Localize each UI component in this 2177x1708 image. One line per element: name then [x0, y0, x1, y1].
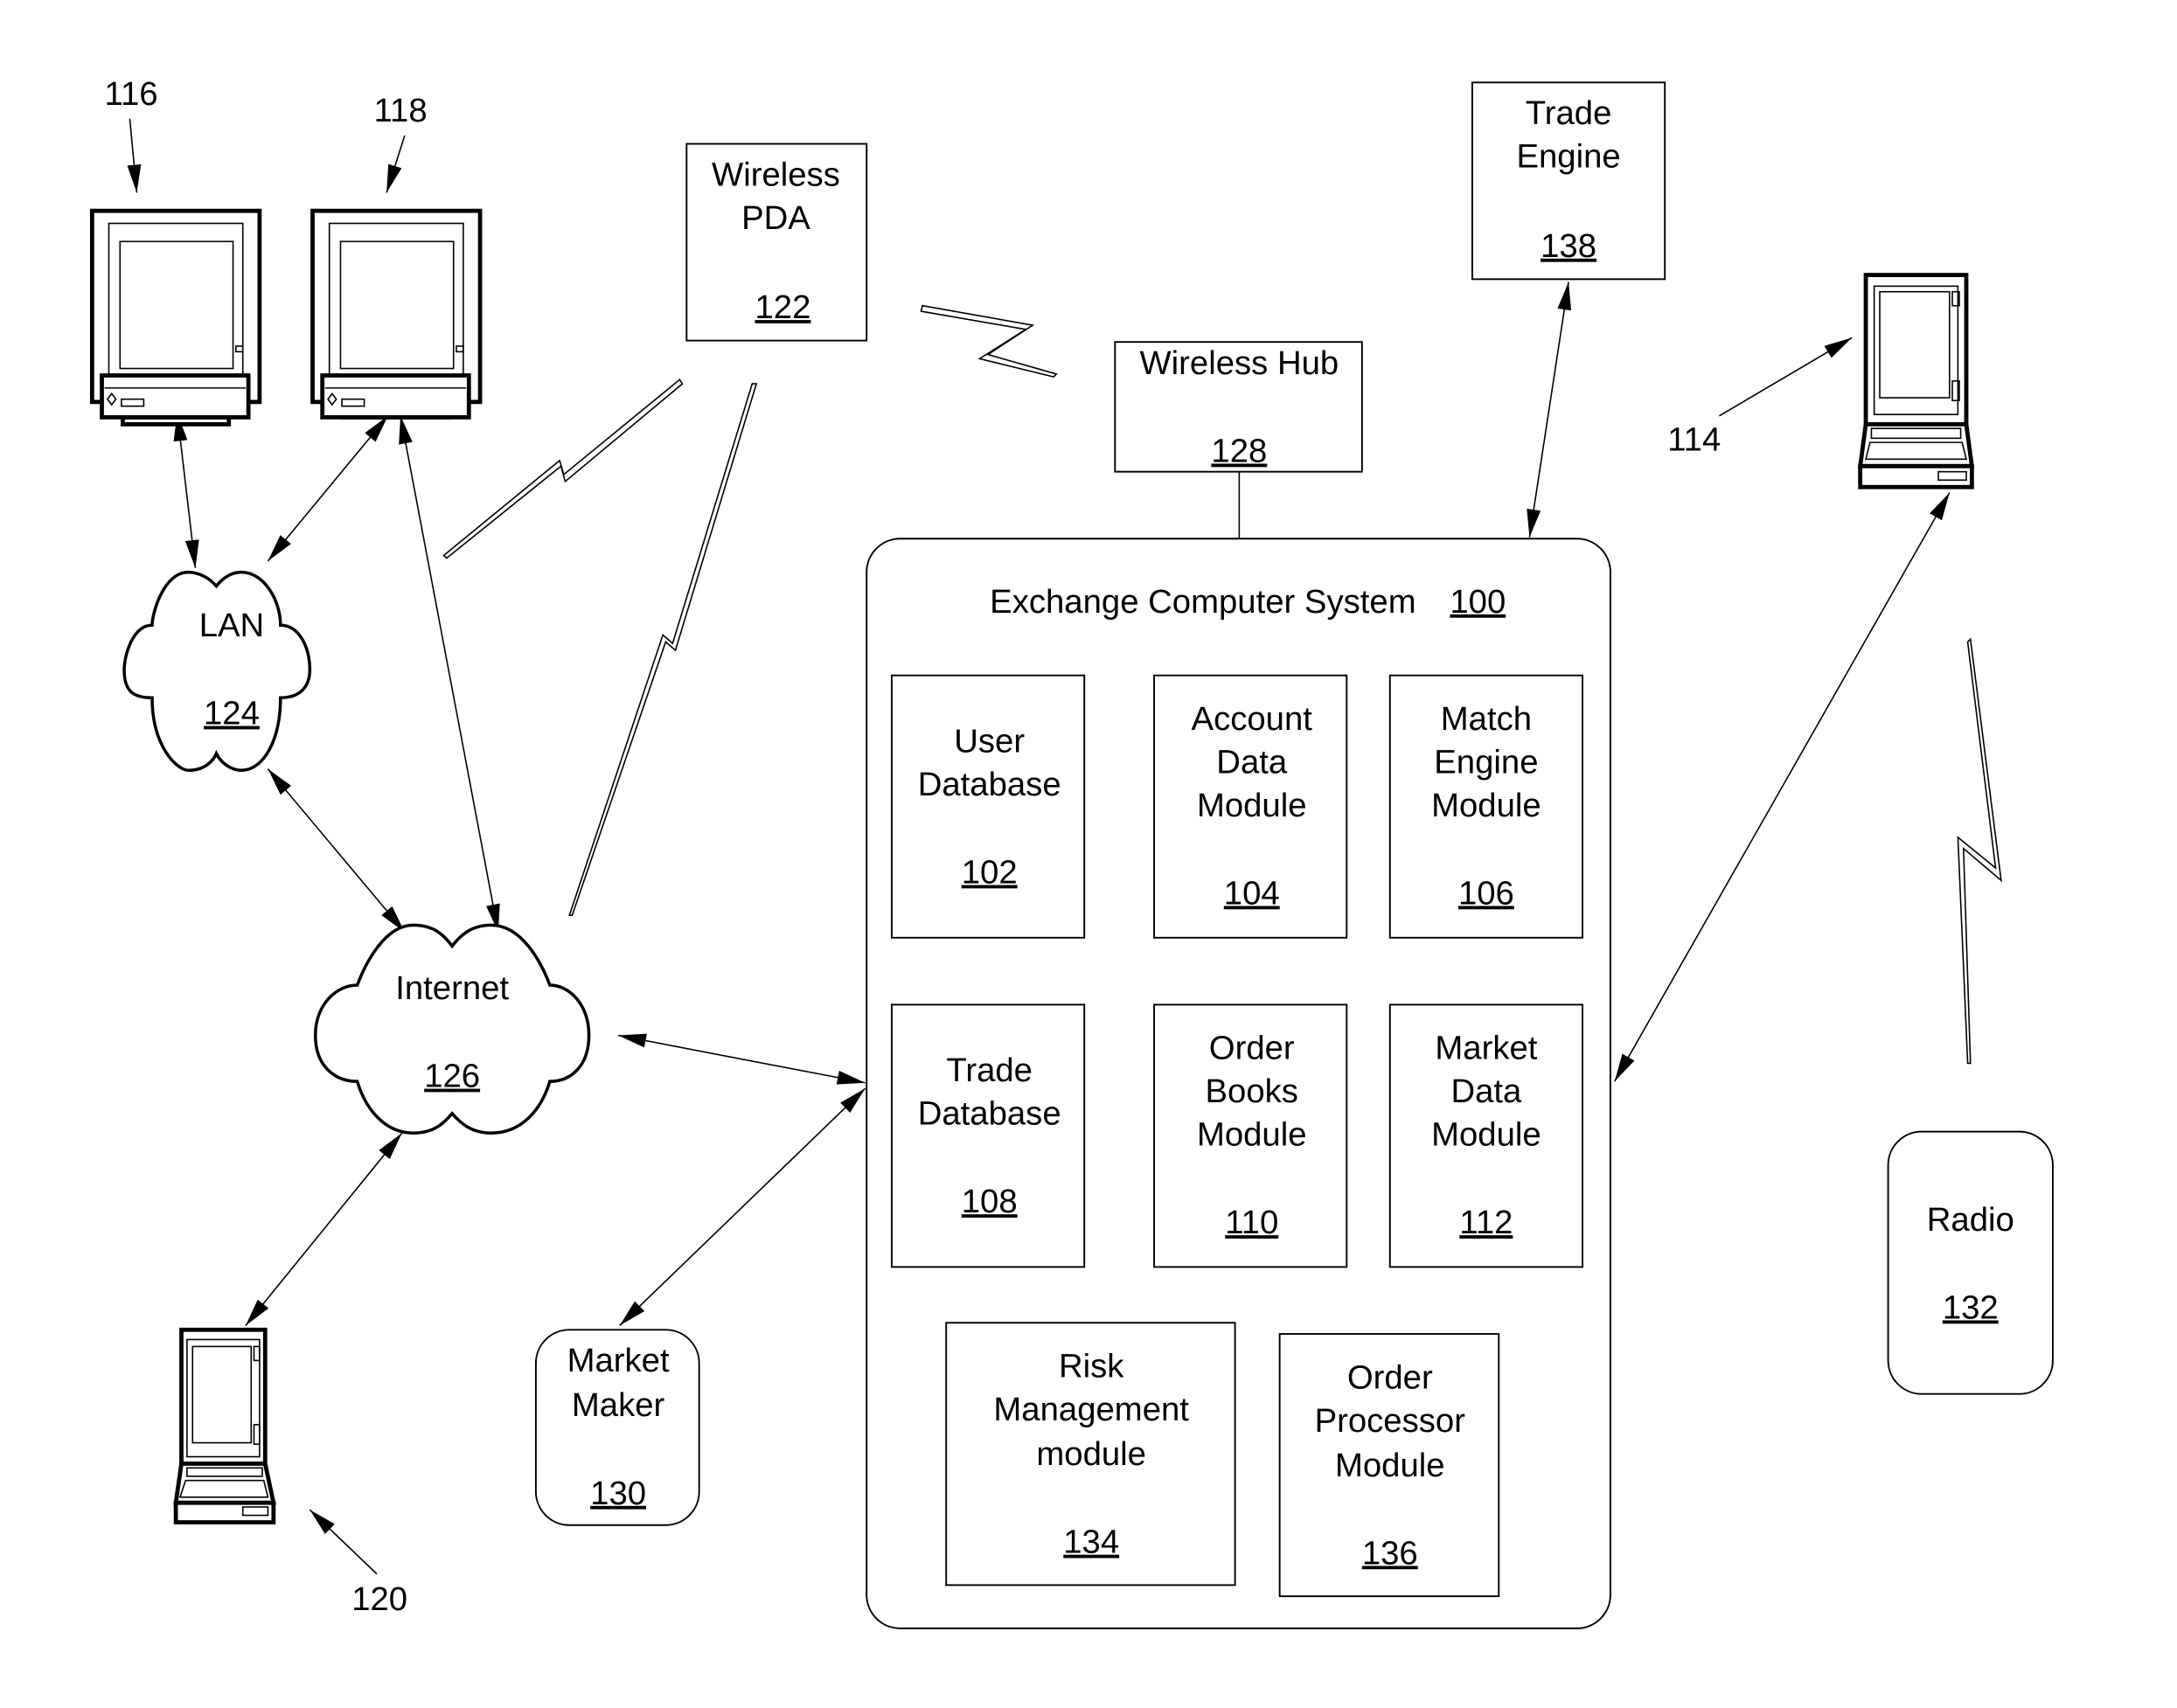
module-ref: 106 — [1458, 874, 1514, 912]
market-maker-label-line2: Maker — [572, 1386, 665, 1424]
arrow-marketmaker-exchange — [619, 1087, 866, 1327]
laptop-computer-icon — [173, 1327, 276, 1524]
market-maker-label-line1: Market — [567, 1342, 670, 1379]
module-label-line: Market — [1435, 1030, 1537, 1067]
module-label-line: Module — [1431, 787, 1541, 824]
wireless-hub-label: Wireless Hub — [1140, 344, 1339, 382]
internet-ref: 126 — [424, 1058, 480, 1095]
module-label-line: Module — [1431, 1116, 1541, 1154]
module-user-database[interactable]: User Database 102 — [890, 674, 1086, 939]
wireless-pda-box[interactable]: Wireless PDA 122 — [685, 142, 868, 342]
laptop-114[interactable] — [1857, 273, 1975, 489]
module-ref: 134 — [1063, 1524, 1119, 1561]
wireless-bolt-pda-internet — [568, 383, 758, 917]
module-label-line: Module — [1197, 1116, 1307, 1154]
laptop-computer-icon — [1857, 273, 1975, 489]
module-label-line: Module — [1197, 787, 1307, 824]
exchange-title-ref: 100 — [1450, 583, 1506, 621]
module-risk-management[interactable]: Risk Management module 134 — [945, 1322, 1236, 1586]
laptop-120[interactable] — [173, 1327, 276, 1524]
module-label-line: module — [1036, 1435, 1146, 1473]
desktop-computer-icon — [89, 208, 262, 427]
wireless-bolt-pda-lan — [442, 378, 684, 559]
trade-engine-label-line2: Engine — [1516, 138, 1620, 176]
arrow-internet-exchange — [617, 1033, 866, 1085]
module-ref: 112 — [1459, 1204, 1513, 1241]
module-label-line: Database — [918, 766, 1061, 803]
wireless-hub-ref: 128 — [1211, 432, 1267, 469]
module-account-data[interactable]: Account Data Module 104 — [1153, 674, 1348, 939]
exchange-computer-system[interactable]: Exchange Computer System 100 User Databa… — [866, 538, 1611, 1629]
module-ref: 136 — [1362, 1534, 1418, 1572]
lan-cloud[interactable]: LAN 124 — [122, 570, 312, 772]
module-label-line: Management — [993, 1391, 1189, 1428]
module-ref: 110 — [1225, 1204, 1278, 1241]
radio-box[interactable]: Radio 132 — [1887, 1130, 2054, 1395]
market-maker-box[interactable]: Market Maker 130 — [534, 1329, 700, 1526]
module-label-line: Account — [1192, 700, 1313, 738]
cloud-shape — [313, 923, 591, 1135]
desktop-computer-116[interactable] — [89, 208, 262, 427]
module-label-line: Module — [1335, 1447, 1445, 1484]
ref-118: 118 — [374, 92, 428, 129]
ref-116: 116 — [105, 75, 158, 113]
pointer-118 — [386, 135, 406, 193]
market-maker-ref: 130 — [590, 1475, 646, 1512]
pointer-120 — [309, 1509, 378, 1575]
radio-label: Radio — [1927, 1201, 2014, 1239]
module-label-line: Data — [1216, 743, 1288, 781]
desktop-computer-icon — [310, 208, 483, 420]
wireless-pda-label-line1: Wireless — [712, 156, 840, 193]
arrow-lan-internet — [267, 768, 406, 933]
module-label-line: Match — [1441, 700, 1532, 738]
arrow-118-internet — [399, 415, 500, 933]
lan-label: LAN — [199, 607, 265, 644]
module-label-line: Order — [1209, 1030, 1295, 1067]
internet-cloud[interactable]: Internet 126 — [313, 923, 591, 1135]
exchange-system-diagram: LAN 124 Internet 126 Wireless PDA 122 Wi… — [89, 75, 2054, 1629]
module-trade-database[interactable]: Trade Database 108 — [890, 1003, 1086, 1268]
arrow-laptop114-exchange — [1614, 492, 1951, 1082]
cloud-shape — [122, 570, 312, 772]
internet-label: Internet — [395, 969, 509, 1007]
module-market-data[interactable]: Market Data Module 112 — [1388, 1003, 1583, 1268]
module-label-line: Engine — [1434, 743, 1538, 781]
module-label-line: Data — [1450, 1073, 1522, 1110]
module-label-line: Books — [1206, 1073, 1298, 1110]
arrow-tradeengine-exchange — [1527, 281, 1572, 538]
module-ref: 104 — [1224, 874, 1280, 912]
wireless-bolt-pda-hub — [920, 304, 1058, 378]
trade-engine-box[interactable]: Trade Engine 138 — [1471, 81, 1666, 281]
module-order-books[interactable]: Order Books Module 110 — [1153, 1003, 1348, 1268]
pointer-116 — [127, 118, 142, 193]
lan-ref: 124 — [204, 695, 260, 732]
module-label-line: Risk — [1059, 1348, 1124, 1385]
desktop-computer-118[interactable] — [310, 208, 483, 420]
wireless-hub-box[interactable]: Wireless Hub 128 — [1114, 341, 1363, 473]
arrow-118-lan — [267, 415, 389, 562]
pointer-114 — [1719, 337, 1853, 417]
module-order-processor[interactable]: Order Processor Module 136 — [1278, 1333, 1500, 1598]
radio-ref: 132 — [1943, 1289, 1999, 1327]
module-ref: 102 — [962, 854, 1018, 892]
module-match-engine[interactable]: Match Engine Module 106 — [1388, 674, 1583, 939]
wireless-bolt-radio — [1957, 637, 2002, 1065]
exchange-title: Exchange Computer System — [990, 583, 1415, 621]
module-label-line: Order — [1347, 1358, 1433, 1396]
ref-120: 120 — [351, 1580, 407, 1618]
module-label-line: User — [954, 722, 1025, 760]
wireless-pda-ref: 122 — [755, 288, 810, 326]
module-ref: 108 — [962, 1183, 1018, 1220]
wireless-pda-label-line2: PDA — [741, 199, 810, 237]
module-label-line: Processor — [1315, 1402, 1466, 1440]
module-label-line: Trade — [946, 1052, 1033, 1089]
module-label-line: Database — [918, 1095, 1061, 1133]
trade-engine-ref: 138 — [1541, 227, 1596, 265]
trade-engine-label-line1: Trade — [1526, 94, 1612, 132]
ref-114: 114 — [1667, 421, 1721, 459]
arrow-internet-laptop-120 — [245, 1132, 403, 1327]
arrow-116-lan — [173, 413, 199, 568]
